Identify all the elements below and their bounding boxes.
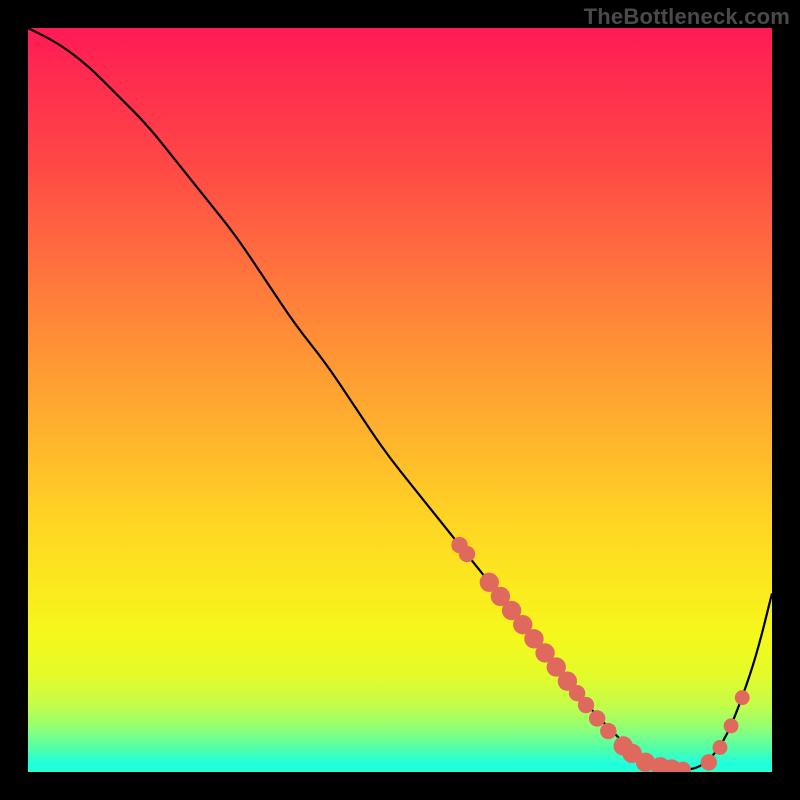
chart-svg	[28, 28, 772, 772]
bottleneck-curve-line	[28, 28, 772, 769]
chart-marker	[589, 710, 605, 726]
watermark-text: TheBottleneck.com	[584, 4, 790, 30]
chart-marker	[735, 690, 750, 705]
chart-marker	[459, 546, 475, 562]
chart-marker	[712, 740, 727, 755]
chart-marker	[701, 754, 717, 770]
chart-marker	[578, 697, 594, 713]
chart-plot-area	[28, 28, 772, 772]
chart-marker	[600, 723, 616, 739]
chart-marker	[724, 718, 739, 733]
